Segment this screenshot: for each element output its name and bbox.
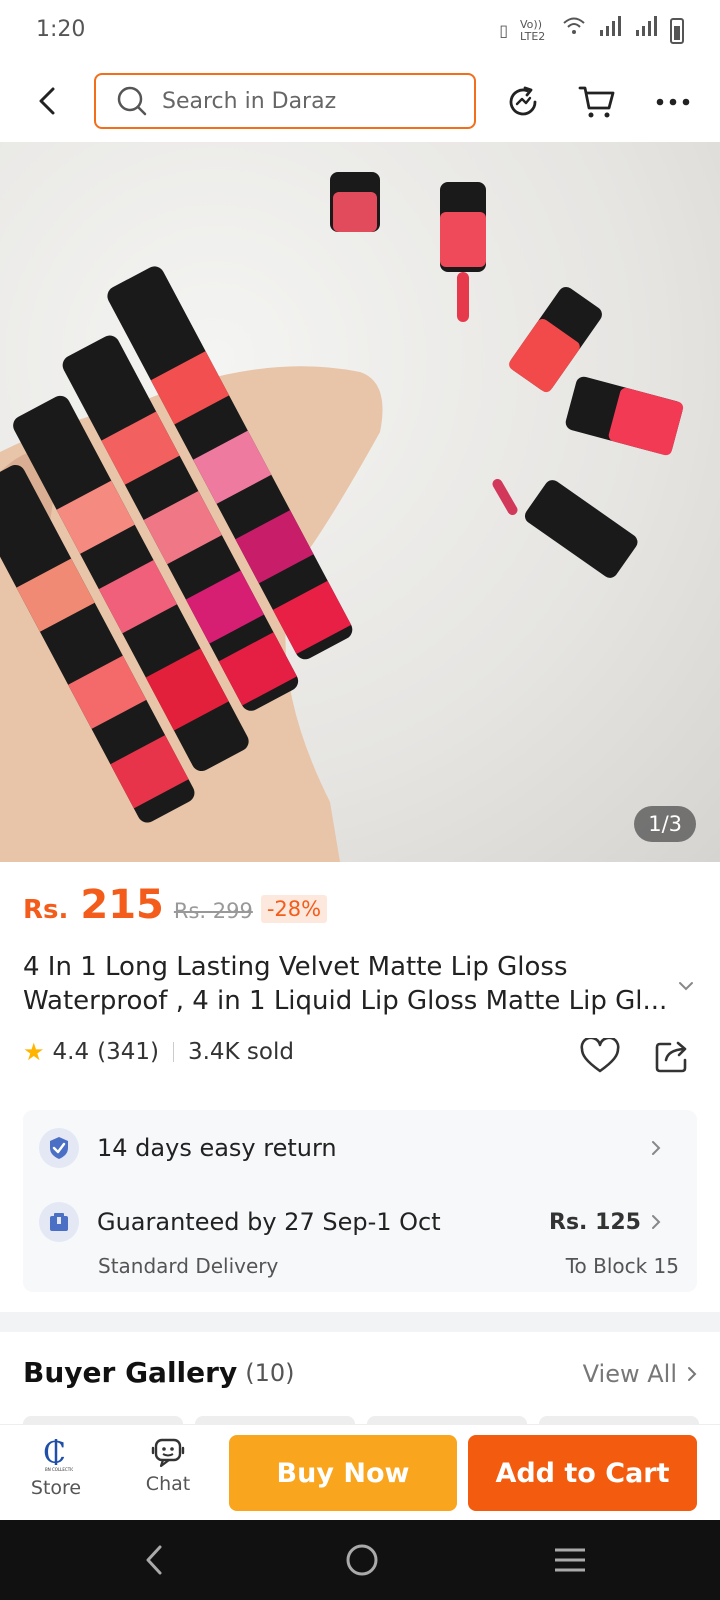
wishlist-button[interactable]	[578, 1034, 622, 1078]
svg-text:C: C	[43, 1436, 66, 1471]
action-bar: CBN COLLECTION Store Chat Buy Now Add to…	[0, 1424, 720, 1520]
chat-button[interactable]: Chat	[128, 1435, 208, 1495]
delivery-location: To Block 15	[565, 1254, 679, 1278]
buyer-gallery-title: Buyer Gallery	[23, 1356, 238, 1389]
search-input[interactable]: Search in Daraz	[94, 73, 476, 129]
system-recents-button[interactable]	[548, 1538, 592, 1582]
product-image[interactable]: 1/3	[0, 142, 720, 862]
search-placeholder: Search in Daraz	[162, 88, 337, 114]
chevron-down-icon	[679, 982, 693, 991]
vibrate-icon: ▯	[499, 20, 508, 40]
star-icon: ★	[23, 1038, 45, 1066]
image-counter: 1/3	[634, 806, 696, 842]
more-icon	[656, 98, 690, 106]
share-button[interactable]	[650, 1034, 694, 1078]
chevron-right-icon	[652, 1215, 661, 1229]
product-title-line-2: Waterproof , 4 in 1 Liquid Lip Gloss Mat…	[23, 986, 668, 1016]
delivery-guarantee-text: Guaranteed by 27 Sep-1 Oct	[97, 1208, 441, 1236]
signal-icon-2	[634, 16, 658, 45]
price-current: 215	[80, 882, 164, 928]
rating-score: 4.4	[52, 1039, 90, 1065]
expand-title-button[interactable]	[678, 976, 694, 995]
refresh-icon	[509, 86, 537, 116]
discount-badge: -28%	[260, 895, 328, 923]
return-chevron	[651, 1140, 661, 1156]
signal-icon	[598, 16, 622, 45]
view-all-label: View All	[582, 1360, 677, 1388]
volte-indicator: Vo)) LTE2	[520, 17, 546, 43]
store-label: Store	[30, 1477, 82, 1499]
product-title-line-1: 4 In 1 Long Lasting Velvet Matte Lip Glo…	[23, 952, 568, 982]
delivery-icon	[39, 1202, 79, 1242]
system-nav-bar	[0, 1520, 720, 1600]
status-icons: ▯ Vo)) LTE2	[499, 16, 684, 45]
cart-button[interactable]	[575, 80, 619, 124]
delivery-type: Standard Delivery	[98, 1254, 279, 1278]
shield-icon	[39, 1128, 79, 1168]
chat-label: Chat	[145, 1473, 191, 1495]
refresh-button[interactable]	[501, 80, 545, 124]
delivery-row[interactable]: Guaranteed by 27 Sep-1 Oct Rs. 125	[39, 1202, 681, 1242]
view-all-link[interactable]: View All	[583, 1360, 697, 1388]
store-button[interactable]: CBN COLLECTION Store	[16, 1435, 96, 1499]
price-original: Rs. 299	[173, 899, 253, 923]
return-policy-row[interactable]: 14 days easy return	[39, 1128, 681, 1168]
nav-home-icon	[346, 1544, 378, 1576]
more-button[interactable]	[651, 80, 695, 124]
product-title[interactable]: 4 In 1 Long Lasting Velvet Matte Lip Glo…	[23, 950, 673, 1018]
wifi-icon	[562, 16, 586, 45]
nav-back-icon	[146, 1545, 162, 1575]
delivery-fee: Rs. 125	[549, 1210, 661, 1235]
back-button[interactable]	[26, 80, 68, 122]
search-icon	[117, 86, 147, 116]
price-row: Rs. 215 Rs. 299 -28%	[23, 882, 328, 928]
battery-icon	[670, 17, 684, 44]
header: Search in Daraz	[0, 62, 720, 142]
rating-row[interactable]: ★ 4.4 (341) 3.4K sold	[23, 1038, 294, 1066]
return-policy-text: 14 days easy return	[97, 1134, 337, 1162]
back-icon	[39, 87, 55, 115]
product-photo	[0, 172, 684, 862]
share-icon	[655, 1041, 687, 1073]
cart-icon	[578, 86, 615, 118]
divider	[172, 1042, 174, 1062]
add-to-cart-button[interactable]: Add to Cart	[468, 1435, 697, 1511]
chat-icon	[151, 1438, 185, 1468]
status-time: 1:20	[36, 17, 86, 42]
heart-icon	[580, 1038, 620, 1073]
status-bar: 1:20 ▯ Vo)) LTE2	[0, 0, 720, 62]
store-icon: CBN COLLECTION	[43, 1436, 73, 1472]
price-currency: Rs.	[23, 895, 69, 925]
sold-count: 3.4K sold	[187, 1039, 294, 1065]
svg-text:BN COLLECTION: BN COLLECTION	[45, 1467, 73, 1472]
nav-menu-icon	[555, 1548, 585, 1572]
chevron-right-icon	[688, 1367, 697, 1381]
system-back-button[interactable]	[132, 1538, 176, 1582]
buy-now-button[interactable]: Buy Now	[229, 1435, 457, 1511]
buyer-gallery-count: (10)	[245, 1358, 295, 1387]
buyer-gallery-header: Buyer Gallery (10) View All	[23, 1356, 697, 1389]
section-divider	[0, 1312, 720, 1332]
delivery-fee-value: Rs. 125	[549, 1209, 641, 1235]
system-home-button[interactable]	[340, 1538, 384, 1582]
chevron-right-icon	[652, 1141, 661, 1155]
rating-count: (341)	[97, 1039, 159, 1065]
